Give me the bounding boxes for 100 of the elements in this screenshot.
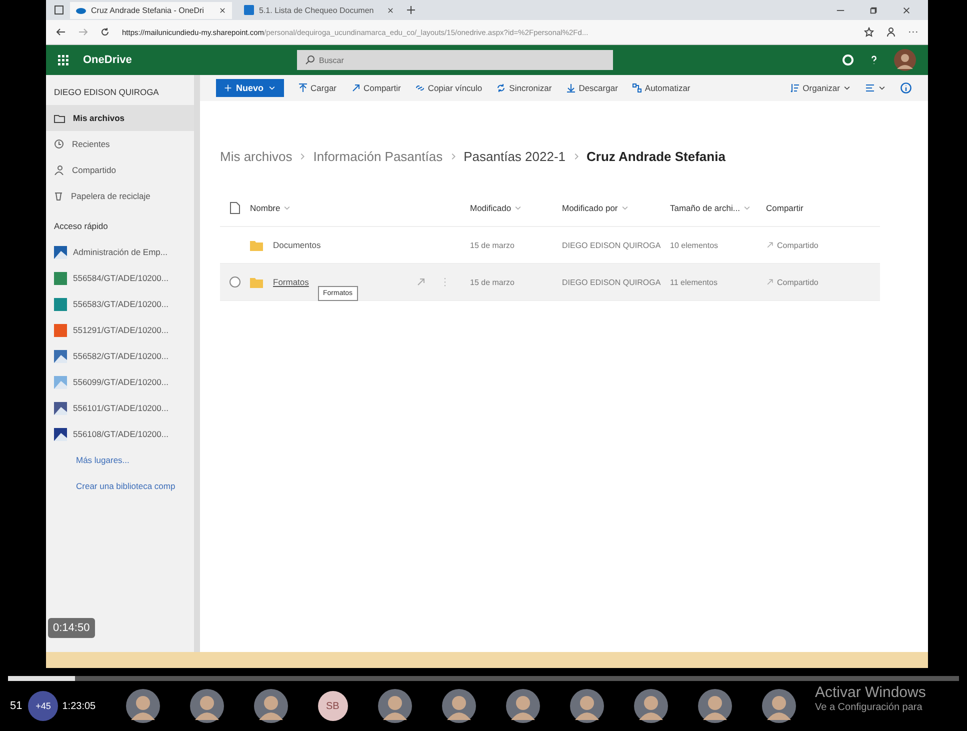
folder-icon: [250, 276, 263, 288]
caret-icon: [268, 84, 276, 92]
more-participants-badge[interactable]: +45: [28, 691, 58, 721]
sort-icon: [790, 83, 800, 93]
library-link[interactable]: 556108/GT/ADE/10200...: [46, 421, 194, 447]
nav-item[interactable]: Recientes: [46, 131, 194, 157]
folder-name[interactable]: Formatos: [273, 277, 309, 287]
participant-avatar[interactable]: [378, 689, 412, 723]
library-link[interactable]: 556583/GT/ADE/10200...: [46, 291, 194, 317]
search-field[interactable]: Buscar: [297, 50, 613, 70]
participant-avatar[interactable]: [442, 689, 476, 723]
toolbar-button[interactable]: Cargar: [298, 83, 336, 93]
participant-avatar[interactable]: [698, 689, 732, 723]
select-circle[interactable]: [229, 276, 241, 288]
participant-avatar[interactable]: [254, 689, 288, 723]
participant-avatar[interactable]: [126, 689, 160, 723]
toolbar-button[interactable]: Copiar vínculo: [414, 83, 482, 93]
person-icon: [54, 165, 64, 175]
table-cell: Compartido: [777, 240, 818, 250]
sidebar-link[interactable]: Más lugares...: [46, 447, 194, 473]
column-header[interactable]: Modificado por: [562, 203, 635, 213]
sidebar-link[interactable]: Crear una biblioteca comp: [46, 473, 194, 499]
back-icon[interactable]: [56, 27, 66, 37]
share-icon: [766, 278, 774, 286]
folder-icon: [250, 240, 263, 250]
library-link[interactable]: Administración de Emp...: [46, 239, 194, 265]
tab-actions-icon[interactable]: [54, 5, 64, 15]
participant-avatar[interactable]: [506, 689, 540, 723]
sync-icon: [496, 83, 506, 93]
library-link[interactable]: 556584/GT/ADE/10200...: [46, 265, 194, 291]
profile-icon[interactable]: [886, 27, 896, 37]
folder-icon: [54, 114, 65, 122]
link-icon: [414, 83, 425, 93]
time-tooltip: 0:14:50: [48, 618, 95, 638]
plus-icon: [224, 84, 232, 92]
participant-avatar[interactable]: [762, 689, 796, 723]
nav-item[interactable]: Compartido: [46, 157, 194, 183]
document-icon: [244, 5, 254, 15]
close-icon[interactable]: [387, 6, 394, 14]
breadcrumb-item[interactable]: Pasantías 2022-1: [464, 149, 566, 164]
restore-icon[interactable]: [869, 6, 878, 14]
share-icon: [766, 241, 774, 249]
nav-item[interactable]: Papelera de reciclaje: [46, 183, 194, 209]
close-icon[interactable]: [219, 6, 226, 14]
participant-avatar[interactable]: SB: [318, 691, 348, 721]
sort-button[interactable]: Organizar: [790, 83, 851, 93]
flow-icon: [632, 83, 642, 93]
toolbar-button[interactable]: Compartir: [350, 83, 401, 93]
participant-count: 51: [10, 700, 22, 712]
column-header[interactable]: Compartir: [766, 203, 810, 213]
table-cell-text: 10 elementos: [670, 240, 720, 250]
settings-icon[interactable]: [842, 54, 854, 66]
column-header[interactable]: Tamaño de archi...: [670, 203, 757, 213]
table-cell-text: DIEGO EDISON QUIROGA: [562, 278, 662, 286]
toolbar-button[interactable]: Descargar: [566, 83, 618, 93]
clock-icon: [54, 139, 64, 149]
browser-tab[interactable]: 5.1. Lista de Chequeo Documen: [238, 2, 400, 18]
library-link[interactable]: 551291/GT/ADE/10200...: [46, 317, 194, 343]
reload-icon[interactable]: [100, 27, 110, 37]
avatar-icon[interactable]: [894, 49, 916, 71]
breadcrumb-item[interactable]: Cruz Andrade Stefania: [586, 149, 726, 164]
table-cell-text: DIEGO EDISON QUIROGA: [562, 240, 662, 250]
toolbar-button[interactable]: Automatizar: [632, 83, 690, 93]
browser-tab[interactable]: Cruz Andrade Stefania - OneDri: [70, 2, 232, 18]
participant-avatar[interactable]: [634, 689, 668, 723]
trash-icon: [54, 191, 63, 201]
new-tab-icon[interactable]: [406, 5, 416, 15]
participant-avatar[interactable]: [190, 689, 224, 723]
view-options-button[interactable]: [865, 83, 886, 93]
elapsed-time: 1:23:05: [62, 700, 96, 712]
search-icon: [305, 55, 315, 65]
column-header[interactable]: Nombre: [250, 203, 298, 213]
breadcrumb-item[interactable]: Información Pasantías: [313, 149, 443, 164]
nav-item[interactable]: Mis archivos: [46, 105, 194, 131]
caret-icon: [843, 84, 851, 92]
library-link[interactable]: 556099/GT/ADE/10200...: [46, 369, 194, 395]
caret-icon: [742, 204, 751, 212]
lines-icon: [865, 83, 875, 93]
activation-title: Activar Windows: [815, 684, 926, 701]
table-cell-text: 11 elementos: [670, 278, 718, 286]
library-link[interactable]: 556582/GT/ADE/10200...: [46, 343, 194, 369]
close-icon[interactable]: [902, 6, 911, 14]
breadcrumb-item[interactable]: Mis archivos: [220, 149, 292, 164]
toolbar-button[interactable]: Sincronizar: [496, 83, 552, 93]
folder-name[interactable]: Documentos: [273, 240, 321, 250]
app-launcher-icon[interactable]: [58, 54, 69, 66]
caret-icon: [283, 204, 292, 212]
library-link[interactable]: 556101/GT/ADE/10200...: [46, 395, 194, 421]
column-header[interactable]: Modificado: [470, 203, 528, 213]
activation-text: Ve a Configuración para: [815, 702, 924, 713]
caret-icon: [514, 204, 522, 212]
participant-avatar[interactable]: [570, 689, 604, 723]
new-button[interactable]: Nuevo: [216, 79, 284, 97]
star-icon[interactable]: [864, 27, 874, 37]
file-type-icon: [230, 202, 240, 214]
info-icon[interactable]: [900, 82, 912, 94]
table-cell-text: 15 de marzo: [470, 240, 516, 250]
section-title: Acceso rápido: [53, 220, 109, 233]
table-cell: Compartido: [777, 278, 818, 286]
progress-track[interactable]: [8, 676, 959, 681]
